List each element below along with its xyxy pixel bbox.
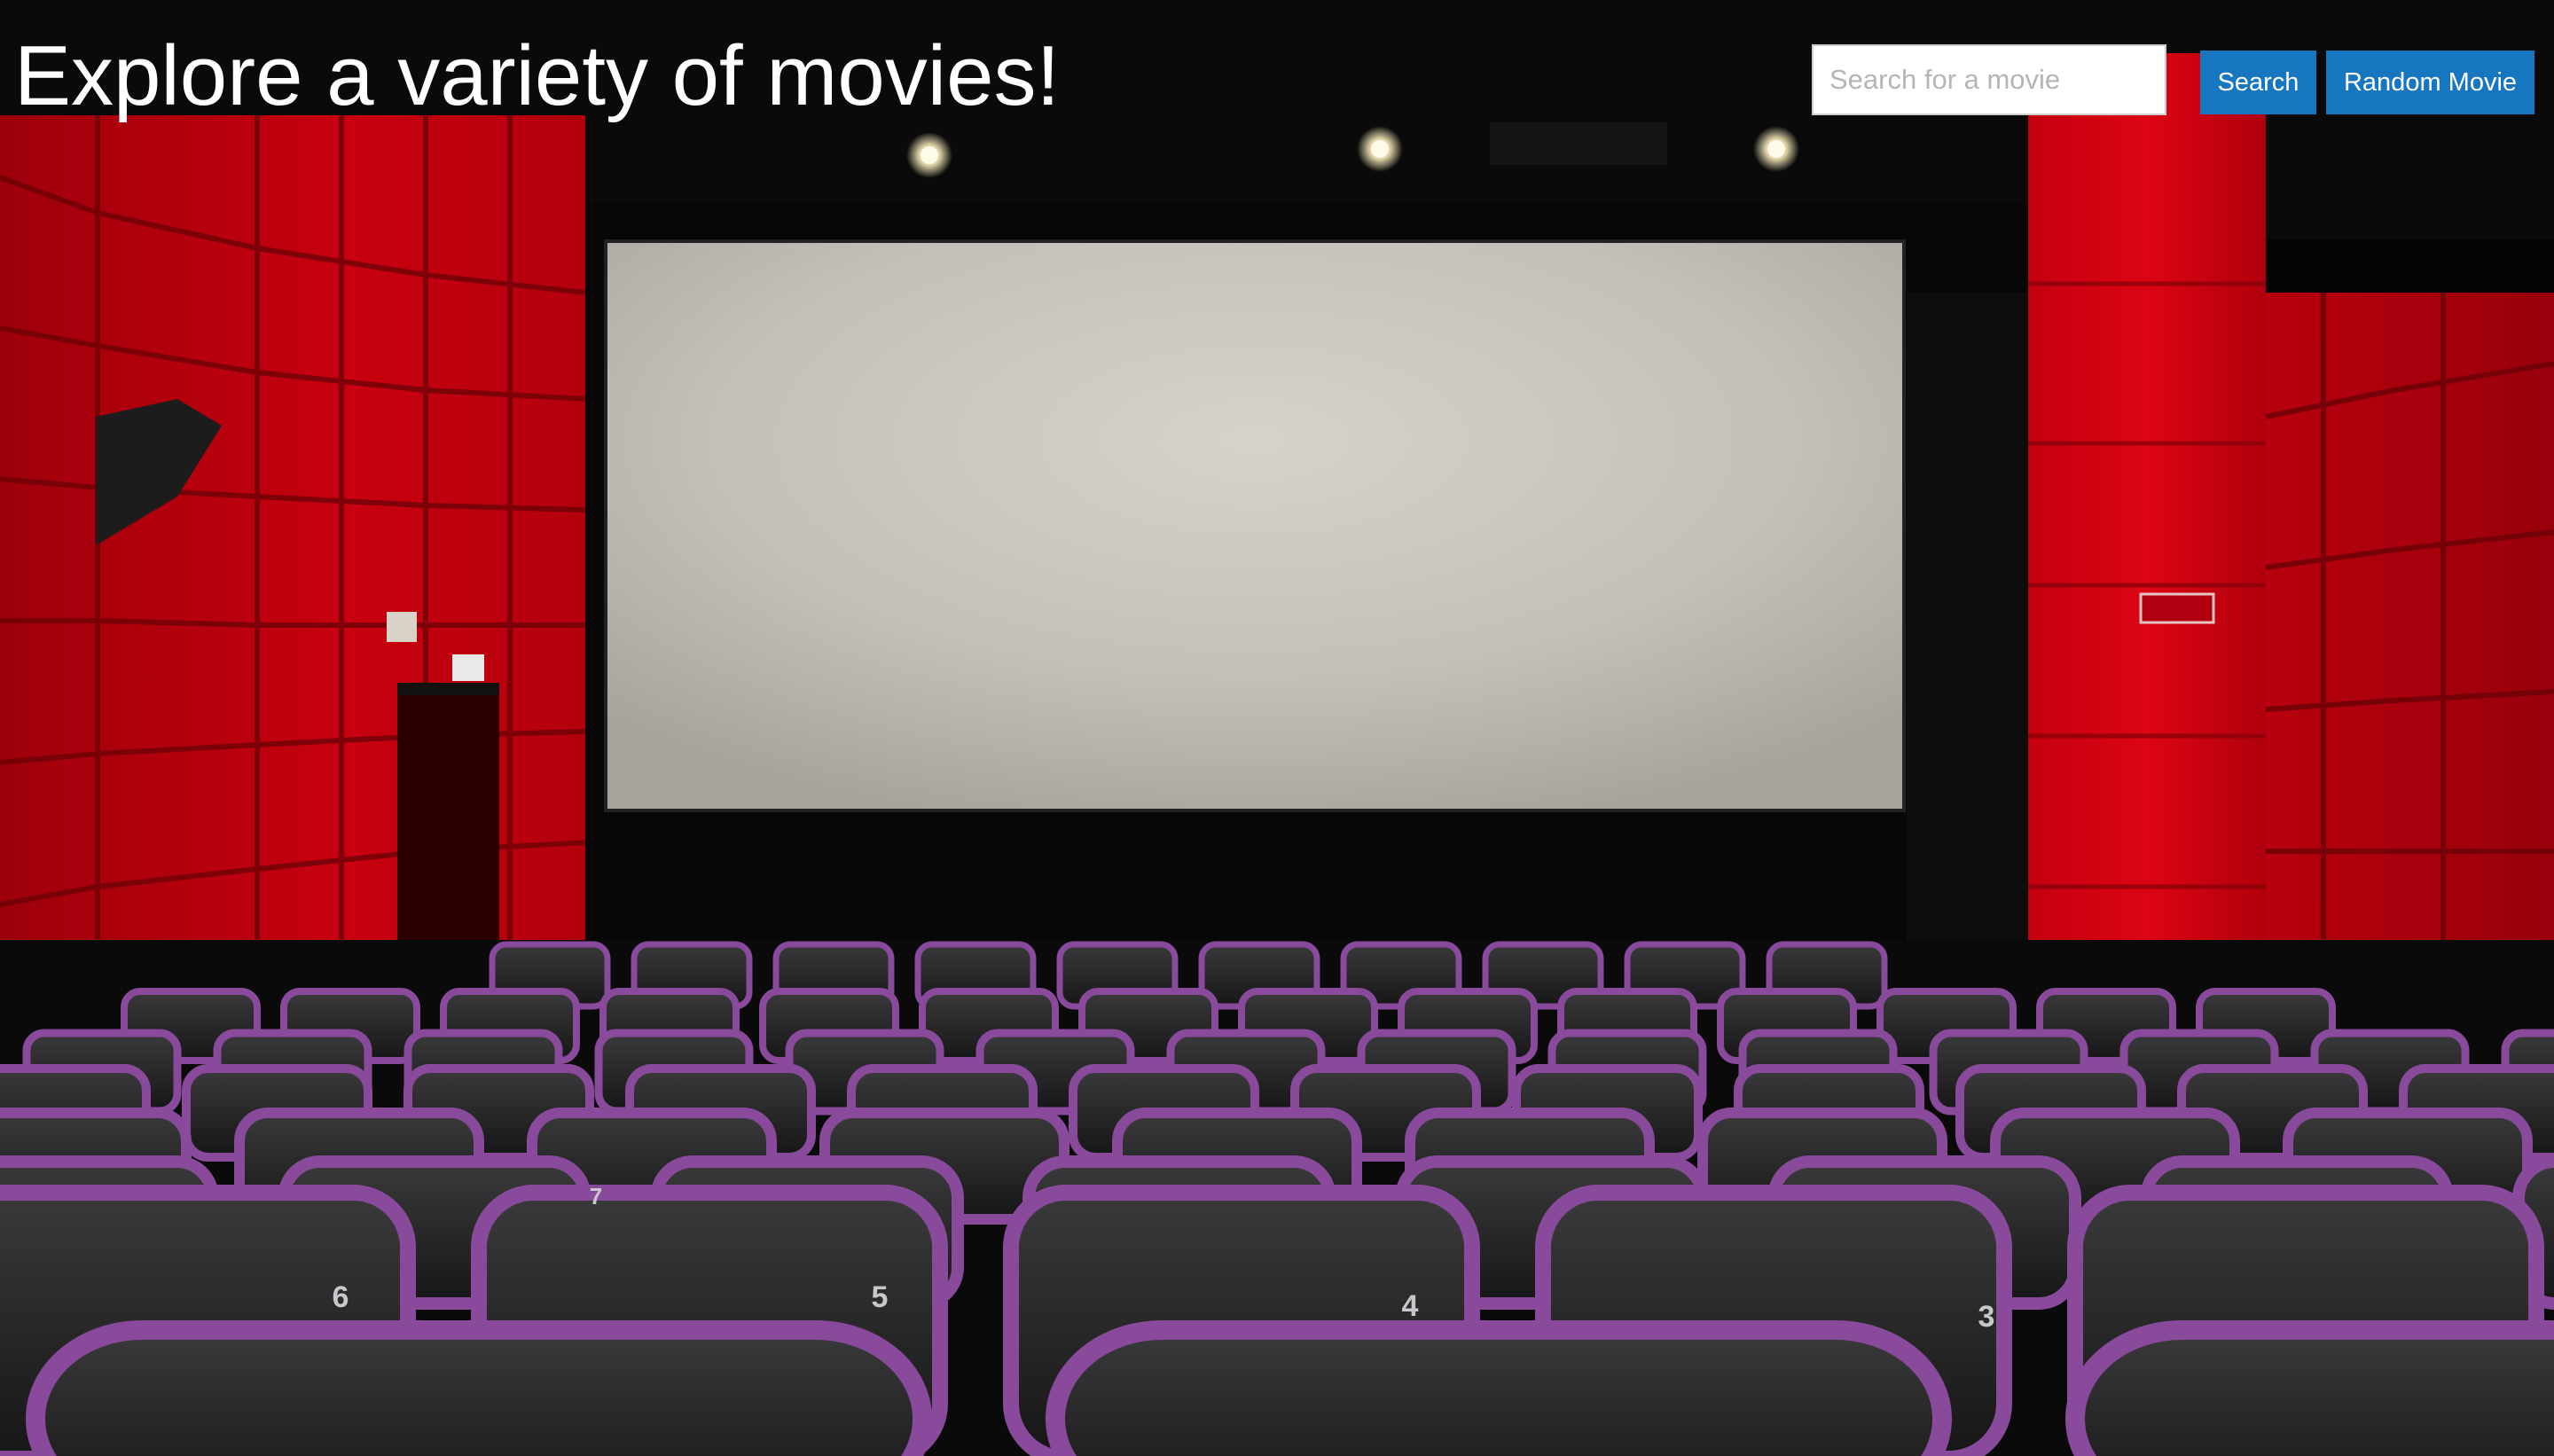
seat-number: 5	[872, 1280, 889, 1314]
seat-number: 6	[333, 1280, 349, 1314]
seat-number: 3	[1978, 1300, 1995, 1334]
random-movie-button[interactable]: Random Movie	[2326, 51, 2534, 114]
page: 7 6 5 4 3 Explore a variety of movies! S…	[0, 0, 2554, 1456]
search-input[interactable]	[1812, 44, 2166, 115]
header: Explore a variety of movies! Search Rand…	[0, 0, 2554, 133]
cinema-background-image: 7 6 5 4 3	[0, 0, 2554, 1456]
theater-seat	[2065, 1320, 2554, 1456]
theater-seat	[1046, 1320, 1952, 1456]
seat-number: 4	[1402, 1289, 1419, 1323]
page-title: Explore a variety of movies!	[14, 28, 1061, 123]
search-button[interactable]: Search	[2200, 51, 2316, 114]
seat-number: 7	[590, 1183, 602, 1209]
theater-seat	[26, 1320, 932, 1456]
